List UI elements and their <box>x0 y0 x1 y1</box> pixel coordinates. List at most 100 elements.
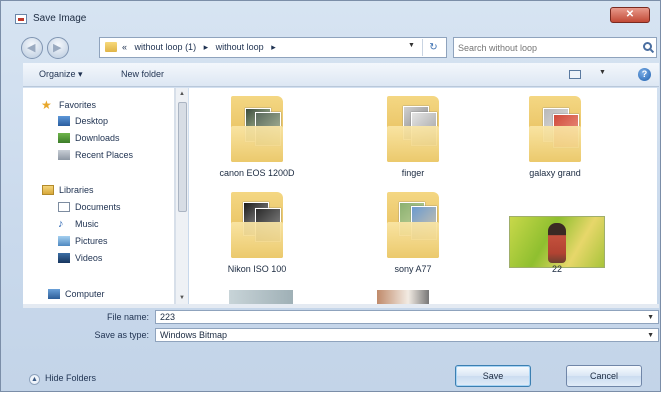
back-button[interactable]: ◀ <box>21 37 43 59</box>
computer-icon <box>48 289 60 299</box>
folder-icon <box>387 192 439 258</box>
breadcrumb-item[interactable]: without loop <box>216 42 264 52</box>
file-name: Nikon ISO 100 <box>227 264 287 274</box>
save-as-type-label: Save as type: <box>94 330 149 340</box>
sidebar-item-label: Desktop <box>75 116 109 126</box>
sidebar-item-documents[interactable]: Documents <box>58 202 121 212</box>
close-icon: ✕ <box>625 9 635 20</box>
file-name: sony A77 <box>394 264 432 274</box>
file-name: canon EOS 1200D <box>219 168 295 178</box>
file-name: galaxy grand <box>529 168 581 178</box>
search-box[interactable] <box>453 37 657 58</box>
sidebar-item-label: Documents <box>75 202 121 212</box>
file-name: 22 <box>551 264 562 274</box>
cancel-button[interactable]: Cancel <box>566 365 642 387</box>
sidebar-item-libraries[interactable]: Libraries <box>42 185 94 195</box>
view-options-icon[interactable] <box>569 70 581 79</box>
navigation-scrollbar[interactable]: ▲ ▼ <box>175 88 188 304</box>
scrollbar-thumb[interactable] <box>178 102 187 212</box>
filename-dropdown-icon[interactable]: ▼ <box>647 314 654 321</box>
sidebar-item-desktop[interactable]: Desktop <box>58 116 109 126</box>
title-bar: Save Image ✕ <box>1 1 661 31</box>
sidebar-item-computer[interactable]: Computer <box>48 289 105 299</box>
organize-menu[interactable]: Organize ▾ <box>39 69 83 80</box>
star-icon: ★ <box>41 98 52 112</box>
navigation-row: ◀ ▶ « without loop (1) ▸ without loop ▸ … <box>1 35 661 61</box>
save-as-type-select[interactable]: Windows Bitmap ▼ <box>155 328 659 342</box>
libraries-icon <box>42 185 54 195</box>
folder-icon <box>231 192 283 258</box>
back-arrow-icon: ◀ <box>27 42 36 54</box>
sidebar-item-label: Computer <box>65 289 105 299</box>
save-image-dialog: Save Image ✕ ◀ ▶ « without loop (1) ▸ wi… <box>0 0 661 392</box>
dialog-footer: ▲ Hide Folders Save Cancel <box>1 355 661 393</box>
image-thumbnail <box>509 216 605 268</box>
filename-label: File name: <box>106 312 149 322</box>
partial-thumbnail <box>377 290 429 304</box>
address-dropdown-icon[interactable]: ▼ <box>408 42 415 49</box>
sidebar-item-label: Videos <box>75 253 103 263</box>
sidebar-item-recent-places[interactable]: Recent Places <box>58 150 134 160</box>
downloads-icon <box>58 133 70 143</box>
help-icon[interactable]: ? <box>638 68 651 81</box>
partial-thumbnail <box>229 290 293 304</box>
sidebar-item-label: Pictures <box>75 236 108 246</box>
new-folder-button[interactable]: New folder <box>121 69 164 79</box>
command-toolbar: Organize ▾ New folder ▼ ? <box>23 63 659 87</box>
sidebar-item-label: Favorites <box>59 100 97 110</box>
filename-value[interactable]: 223 <box>160 312 175 322</box>
folder-icon <box>105 42 117 52</box>
filename-field[interactable]: 223 ▼ <box>155 310 659 324</box>
folder-icon <box>231 96 283 162</box>
documents-icon <box>58 202 70 212</box>
sidebar-item-downloads[interactable]: Downloads <box>58 133 120 143</box>
videos-icon <box>58 253 70 263</box>
folder-item[interactable]: Nikon ISO 100 <box>197 186 317 278</box>
sidebar-item-label: Recent Places <box>75 150 134 160</box>
breadcrumb-overflow[interactable]: « <box>122 42 127 52</box>
save-as-type-value: Windows Bitmap <box>160 330 228 340</box>
sidebar-item-label: Libraries <box>59 185 94 195</box>
folder-item[interactable]: finger <box>353 90 473 182</box>
sidebar-item-pictures[interactable]: Pictures <box>58 236 108 246</box>
dialog-title: Save Image <box>33 13 87 24</box>
paint-app-icon <box>15 14 27 24</box>
breadcrumb: « without loop (1) ▸ without loop ▸ <box>122 42 281 53</box>
view-dropdown-icon[interactable]: ▼ <box>599 69 606 76</box>
chevron-up-icon: ▲ <box>29 374 40 385</box>
folder-item[interactable]: canon EOS 1200D <box>197 90 317 182</box>
image-item[interactable]: 22 <box>489 186 609 278</box>
forward-arrow-icon: ▶ <box>53 42 62 54</box>
folder-item[interactable]: sony A77 <box>353 186 473 278</box>
scroll-down-icon[interactable]: ▼ <box>179 295 185 301</box>
file-list: canon EOS 1200D finger galaxy grand Niko… <box>189 88 657 304</box>
sidebar-item-music[interactable]: ♪ Music <box>58 219 99 230</box>
recent-places-icon <box>58 150 70 160</box>
close-button[interactable]: ✕ <box>610 7 650 23</box>
breadcrumb-separator-icon[interactable]: ▸ <box>204 42 209 52</box>
sidebar-item-videos[interactable]: Videos <box>58 253 103 263</box>
save-form: File name: 223 ▼ Save as type: Windows B… <box>23 308 659 348</box>
refresh-button[interactable]: ↻ <box>422 39 444 56</box>
breadcrumb-item[interactable]: without loop (1) <box>135 42 197 52</box>
folder-item[interactable]: galaxy grand <box>495 90 615 182</box>
desktop-icon <box>58 116 70 126</box>
file-name: finger <box>401 168 425 178</box>
music-icon: ♪ <box>58 218 64 230</box>
search-input[interactable] <box>458 40 628 55</box>
hide-folders-button[interactable]: ▲ Hide Folders <box>29 373 96 385</box>
hide-folders-label: Hide Folders <box>45 373 97 383</box>
sidebar-item-favorites[interactable]: ★ Favorites <box>41 99 97 111</box>
pictures-icon <box>58 236 70 246</box>
folder-icon <box>387 96 439 162</box>
search-icon[interactable] <box>643 42 652 51</box>
breadcrumb-separator-icon[interactable]: ▸ <box>271 42 276 52</box>
save-button[interactable]: Save <box>455 365 531 387</box>
save-as-type-dropdown-icon[interactable]: ▼ <box>647 332 654 339</box>
sidebar-item-label: Music <box>75 219 99 229</box>
address-bar[interactable]: « without loop (1) ▸ without loop ▸ ▼ ↻ <box>99 37 447 58</box>
scroll-up-icon[interactable]: ▲ <box>179 91 185 97</box>
forward-button[interactable]: ▶ <box>47 37 69 59</box>
sidebar-item-label: Downloads <box>75 133 120 143</box>
refresh-icon: ↻ <box>429 42 438 53</box>
